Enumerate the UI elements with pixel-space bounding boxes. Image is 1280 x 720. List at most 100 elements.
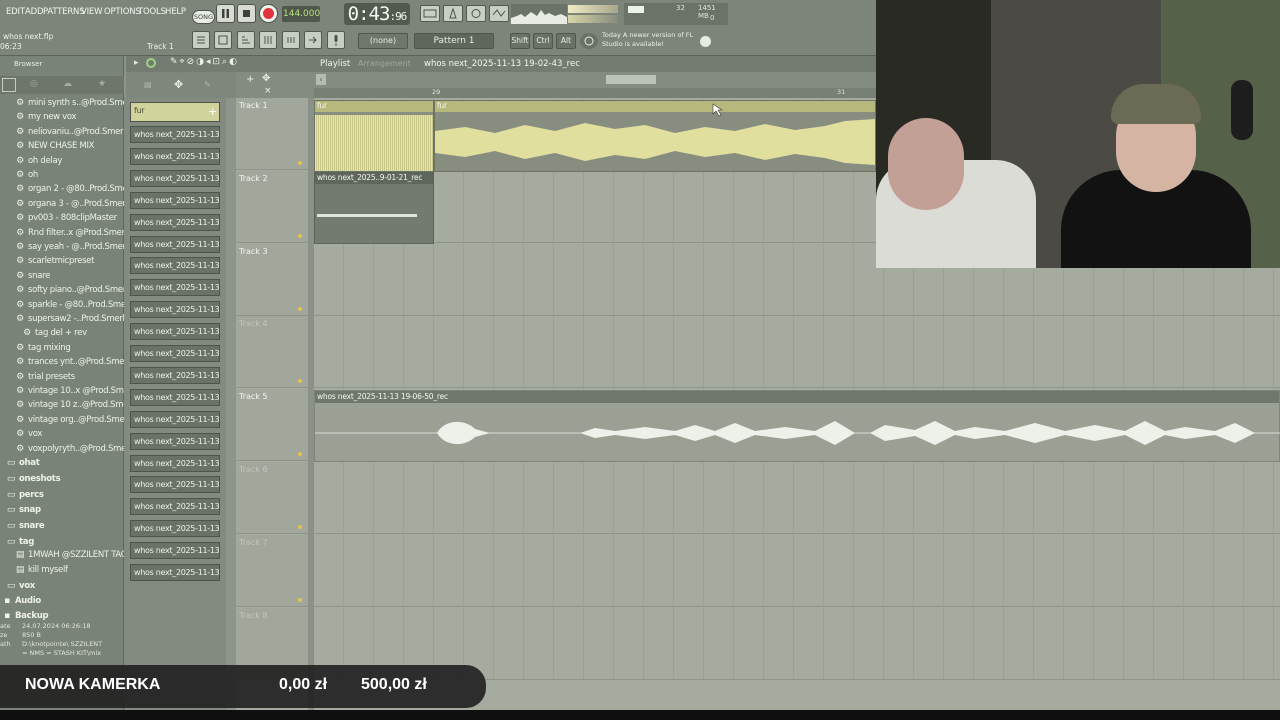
typing-keyboard-button[interactable]: [420, 5, 440, 22]
browser-preset-item[interactable]: ⚙ supersaw2 -..Prod.Smerk: [0, 314, 124, 328]
channel-button[interactable]: whos next_2025-11-13 1..: [130, 279, 220, 297]
menu-add[interactable]: ADD: [25, 7, 44, 17]
track-header[interactable]: Track 1: [236, 98, 308, 170]
metronome-button[interactable]: [443, 5, 463, 22]
channel-button[interactable]: whos next_2025-11-13 1..: [130, 169, 220, 187]
channel-button[interactable]: whos next_2025-11-13 1..: [130, 301, 220, 319]
channel-button[interactable]: whos next_2025-11-13 1..: [130, 235, 220, 253]
track-header[interactable]: Track 6: [236, 462, 308, 534]
clip-track1-a[interactable]: fur: [314, 100, 434, 172]
menu-edit[interactable]: EDIT: [6, 7, 25, 17]
track-activity-dot[interactable]: [298, 452, 302, 457]
step-edit-button[interactable]: [489, 5, 509, 22]
master-pitch-slider[interactable]: [568, 15, 618, 23]
browser-star-icon[interactable]: ★: [98, 79, 106, 89]
channel-button[interactable]: whos next_2025-11-13 1..: [130, 147, 220, 165]
browser-folder-item[interactable]: ▭ snare: [0, 521, 124, 535]
browser-preset-item[interactable]: ⚙ organa 3 - @..Prod.Smerk: [0, 199, 124, 213]
track-lane[interactable]: [314, 462, 1280, 534]
browser-folder-item[interactable]: ▭ ohat: [0, 458, 124, 472]
news-panel[interactable]: Today A newer version of FL Studio is av…: [602, 31, 700, 49]
channel-button[interactable]: whos next_2025-11-13 1..: [130, 257, 220, 275]
track-header[interactable]: Track 5: [236, 389, 308, 462]
browser-cloud-icon[interactable]: ☁: [63, 79, 72, 89]
browser-preset-item[interactable]: ⚙ mini synth s..@Prod.Smerk: [0, 98, 124, 112]
track-activity-dot[interactable]: [298, 379, 302, 384]
browser-preset-item[interactable]: ⚙ sparkle - @80..Prod.Smerk: [0, 300, 124, 314]
track-header[interactable]: Track 7: [236, 534, 308, 607]
playlist-tools[interactable]: ✎⌖⊘◑◂⊡⌕◐: [170, 57, 239, 67]
menu-options[interactable]: OPTIONS: [104, 7, 141, 17]
playlist-arrow-icon[interactable]: ▸: [134, 58, 139, 68]
clip-track5[interactable]: whos next_2025-11-13 19-06-50_rec: [314, 390, 1280, 462]
menu-help[interactable]: HELP: [165, 7, 186, 17]
browser-audio-file[interactable]: ▤ kill myself: [0, 565, 124, 579]
stop-button[interactable]: [237, 4, 256, 23]
browser-preset-item[interactable]: ⚙ tag mixing: [0, 343, 124, 357]
track-activity-dot[interactable]: [298, 233, 302, 238]
selected-clip-name[interactable]: whos next_2025-11-13 19-02-43_rec: [424, 59, 580, 69]
channel-button[interactable]: whos next_2025-11-13 1..: [130, 410, 220, 428]
track-activity-dot[interactable]: [298, 525, 302, 529]
timeline-ruler[interactable]: + ✥ × ‹ 29 31: [236, 72, 880, 98]
browser-target-icon[interactable]: ◎: [30, 79, 38, 89]
browser-preset-item[interactable]: ⚙ vintage 10..x @Prod.Smerk: [0, 386, 124, 400]
browser-filter-button[interactable]: [2, 78, 16, 92]
news-settings-icon[interactable]: [700, 36, 711, 47]
channel-button[interactable]: whos next_2025-11-13 1..: [130, 454, 220, 472]
browser-folder-item[interactable]: ▭ snap: [0, 505, 124, 519]
browser-preset-item[interactable]: ⚙ oh delay: [0, 156, 124, 170]
menu-patterns[interactable]: PATTERNS: [43, 7, 85, 17]
browser-preset-item[interactable]: ⚙ trial presets: [0, 372, 124, 386]
ctrl-key-button[interactable]: Ctrl: [533, 33, 553, 49]
browser-preset-item[interactable]: ⚙ softy piano..@Prod.Smerk: [0, 285, 124, 299]
track-lane[interactable]: [314, 534, 1280, 607]
news-button[interactable]: [580, 33, 598, 49]
piano-roll-button[interactable]: [214, 31, 232, 49]
rack-pen-icon[interactable]: ✎: [204, 80, 211, 89]
channel-button[interactable]: whos next_2025-11-13 1..: [130, 323, 220, 341]
channel-button[interactable]: whos next_2025-11-13 1..: [130, 366, 220, 384]
channel-button[interactable]: whos next_2025-11-13 1..: [130, 564, 220, 581]
play-button[interactable]: [216, 4, 235, 23]
menu-view[interactable]: VIEW: [81, 7, 102, 17]
browser-audio-file[interactable]: ▤ 1MWAH @SZZILENT TAG: [0, 550, 124, 564]
browser-preset-item[interactable]: ⚙ voxpolyryth..@Prod.Smerk: [0, 444, 124, 458]
bar-ruler[interactable]: 29 31: [314, 88, 880, 98]
channel-button[interactable]: whos next_2025-11-13 1..: [130, 542, 220, 560]
browser-preset-item[interactable]: ⚙ vox: [0, 429, 124, 443]
shift-key-button[interactable]: Shift: [510, 33, 530, 49]
mixer-button[interactable]: [259, 31, 277, 49]
clip-track2[interactable]: whos next_2025..9-01-21_rec: [314, 172, 434, 244]
clip-track1-b[interactable]: fur: [434, 100, 876, 172]
ruler-move-icon[interactable]: ✥: [262, 73, 270, 84]
scroll-left-button[interactable]: ‹: [316, 74, 326, 85]
rack-view-icon[interactable]: ▤: [144, 80, 152, 89]
browser-preset-item[interactable]: ⚙ Rnd filter..x @Prod.Smerk: [0, 228, 124, 242]
tempo-display[interactable]: 144.000: [282, 6, 320, 22]
browser-preset-item[interactable]: ⚙ say yeah - @..Prod.Smerk: [0, 242, 124, 256]
horizontal-scrollbar-thumb[interactable]: [606, 75, 656, 84]
track-activity-dot[interactable]: [298, 597, 302, 602]
browser-preset-item[interactable]: ⚙ pv003 - 808clipMaster: [0, 213, 124, 227]
track-header[interactable]: Track 3: [236, 243, 308, 316]
rack-move-icon[interactable]: ✥: [174, 78, 183, 91]
browser-preset-item[interactable]: ⚙ organ 2 - @80..Prod.Smerk: [0, 184, 124, 198]
channel-fur[interactable]: fur +: [130, 102, 220, 122]
channel-button[interactable]: whos next_2025-11-13 1..: [130, 520, 220, 538]
channel-button[interactable]: whos next_2025-11-13 1..: [130, 191, 220, 209]
track-activity-dot[interactable]: [298, 306, 302, 311]
microphone-button[interactable]: [327, 31, 345, 49]
arrangement-label[interactable]: Arrangement: [358, 59, 411, 68]
channel-add-icon[interactable]: +: [208, 104, 217, 119]
track-header[interactable]: Track 2: [236, 170, 308, 243]
track-header[interactable]: Track 4: [236, 316, 308, 389]
browser-folder-item[interactable]: ▭ percs: [0, 490, 124, 504]
playlist-view-button[interactable]: [192, 31, 210, 49]
browser-preset-item[interactable]: ⚙ vintage org..@Prod.Smerk: [0, 415, 124, 429]
channel-button[interactable]: whos next_2025-11-13 1..: [130, 213, 220, 231]
browser-preset-item[interactable]: ⚙ snare: [0, 271, 124, 285]
ruler-add-icon[interactable]: +: [246, 74, 254, 85]
channel-rack-button[interactable]: [237, 31, 255, 49]
snap-selector[interactable]: (none): [358, 33, 408, 49]
